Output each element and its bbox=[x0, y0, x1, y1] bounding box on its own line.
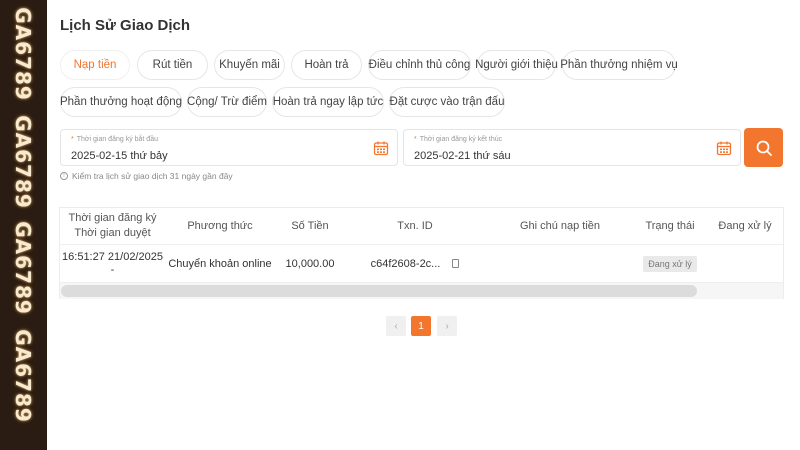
horizontal-scrollbar[interactable] bbox=[60, 283, 783, 299]
end-date-label: * Thời gian đăng ký kết thúc bbox=[414, 136, 503, 143]
start-date-field[interactable]: * Thời gian đăng ký bắt đầu 2025-02-15 th… bbox=[60, 129, 398, 166]
cell-txn-id: c64f2608-2c... bbox=[345, 245, 485, 282]
tab-nguoi-gioi-thieu[interactable]: Người giới thiệu bbox=[475, 50, 558, 80]
sidebar-watermark: GA6789 bbox=[11, 115, 35, 209]
next-page-button[interactable]: › bbox=[437, 316, 457, 336]
sidebar-watermark: GA6789 bbox=[11, 7, 35, 101]
header-deposit-note: Ghi chú nạp tiền bbox=[519, 219, 601, 232]
scrollbar-thumb[interactable] bbox=[61, 285, 697, 297]
sidebar-watermark: GA6789 bbox=[11, 221, 35, 315]
tab-rut-tien[interactable]: Rút tiền bbox=[137, 50, 208, 80]
cell-time: 16:51:27 21/02/2025 - bbox=[62, 250, 163, 276]
prev-page-button[interactable]: ‹ bbox=[386, 316, 406, 336]
end-date-field[interactable]: * Thời gian đăng ký kết thúc 2025-02-21 t… bbox=[403, 129, 741, 166]
info-icon: ! bbox=[60, 172, 68, 180]
cell-status: Đang xử lý bbox=[635, 245, 705, 282]
header-time: Thời gian đăng ký Thời gian duyệt bbox=[68, 212, 157, 239]
tab-dat-cuoc-vao-tran-dau[interactable]: Đặt cược vào trận đấu bbox=[389, 87, 505, 117]
header-method: Phương thức bbox=[187, 219, 253, 232]
cell-amount: 10,000.00 bbox=[285, 257, 335, 270]
tab-hoan-tra[interactable]: Hoàn trả bbox=[291, 50, 362, 80]
tab-nap-tien[interactable]: Nạp tiền bbox=[60, 50, 130, 80]
tab-dieu-chinh-thu-cong[interactable]: Điều chỉnh thủ công bbox=[368, 50, 471, 80]
tab-cong-tru-diem[interactable]: Cộng/ Trừ điểm bbox=[187, 87, 267, 117]
start-date-label: * Thời gian đăng ký bắt đầu bbox=[71, 136, 158, 143]
start-date-value: 2025-02-15 thứ bảy bbox=[71, 150, 168, 162]
calendar-icon[interactable] bbox=[716, 140, 732, 156]
page-title: Lịch Sử Giao Dịch bbox=[60, 17, 191, 34]
calendar-icon[interactable] bbox=[373, 140, 389, 156]
search-icon bbox=[756, 140, 772, 156]
end-date-value: 2025-02-21 thứ sáu bbox=[414, 150, 511, 162]
header-amount: Số Tiền bbox=[291, 219, 329, 232]
page-1-button[interactable]: 1 bbox=[411, 316, 431, 336]
main-content: Lịch Sử Giao Dịch Nạp tiền Rút tiền Khuy… bbox=[47, 0, 800, 450]
search-button[interactable] bbox=[744, 128, 783, 167]
sidebar: GA6789 GA6789 GA6789 GA6789 bbox=[0, 0, 47, 450]
header-processing: Đang xử lý bbox=[718, 219, 772, 232]
note-text: Kiểm tra lịch sử giao dịch 31 ngày gần đ… bbox=[72, 171, 233, 181]
header-status: Trạng thái bbox=[645, 219, 695, 232]
cell-method: Chuyển khoản online bbox=[168, 257, 272, 270]
tab-phan-thuong-nhiem-vu[interactable]: Phần thưởng nhiệm vụ bbox=[560, 50, 678, 80]
tab-phan-thuong-hoat-dong[interactable]: Phần thưởng hoạt động bbox=[60, 87, 182, 117]
tab-khuyen-mai[interactable]: Khuyến mãi bbox=[214, 50, 285, 80]
copy-icon[interactable] bbox=[452, 259, 460, 268]
transactions-table: Thời gian đăng ký Thời gian duyệt Phương… bbox=[59, 207, 784, 299]
sidebar-watermark: GA6789 bbox=[11, 329, 35, 423]
status-badge: Đang xử lý bbox=[643, 255, 697, 272]
tab-hoan-tra-ngay-lap-tuc[interactable]: Hoàn trả ngay lập tức bbox=[272, 87, 384, 117]
date-range-note: ! Kiểm tra lịch sử giao dịch 31 ngày gần… bbox=[60, 171, 233, 181]
header-txn-id: Txn. ID bbox=[397, 219, 433, 232]
